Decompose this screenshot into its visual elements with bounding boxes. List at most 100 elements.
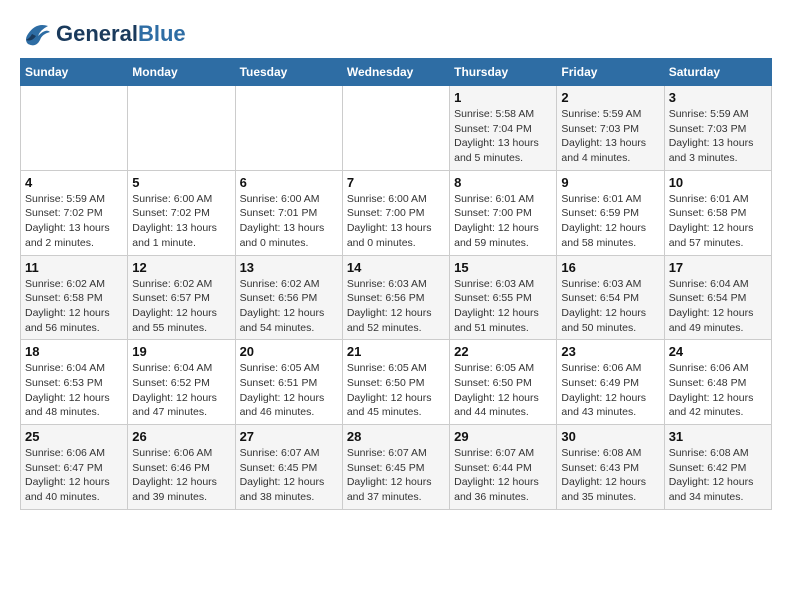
day-info: Sunrise: 6:00 AM Sunset: 7:01 PM Dayligh… (240, 192, 338, 251)
calendar-day-cell: 17 Sunrise: 6:04 AM Sunset: 6:54 PM Dayli… (664, 255, 771, 340)
day-number: 10 (669, 175, 767, 190)
calendar-day-cell: 10 Sunrise: 6:01 AM Sunset: 6:58 PM Dayli… (664, 170, 771, 255)
day-number: 18 (25, 344, 123, 359)
calendar-week-row: 1Sunrise: 5:58 AM Sunset: 7:04 PM Daylig… (21, 86, 772, 171)
weekday-header-cell: Tuesday (235, 59, 342, 86)
day-info: Sunrise: 6:04 AM Sunset: 6:54 PM Dayligh… (669, 277, 767, 336)
day-info: Sunrise: 6:00 AM Sunset: 7:02 PM Dayligh… (132, 192, 230, 251)
calendar-day-cell: 1Sunrise: 5:58 AM Sunset: 7:04 PM Daylig… (450, 86, 557, 171)
calendar-week-row: 25 Sunrise: 6:06 AM Sunset: 6:47 PM Dayli… (21, 425, 772, 510)
day-info: Sunrise: 6:03 AM Sunset: 6:55 PM Dayligh… (454, 277, 552, 336)
day-info: Sunrise: 6:05 AM Sunset: 6:50 PM Dayligh… (347, 361, 445, 420)
calendar-day-cell: 8 Sunrise: 6:01 AM Sunset: 7:00 PM Daylig… (450, 170, 557, 255)
calendar-day-cell: 24 Sunrise: 6:06 AM Sunset: 6:48 PM Dayli… (664, 340, 771, 425)
day-info: Sunrise: 6:04 AM Sunset: 6:53 PM Dayligh… (25, 361, 123, 420)
day-info: Sunrise: 6:01 AM Sunset: 6:59 PM Dayligh… (561, 192, 659, 251)
day-info: Sunrise: 6:00 AM Sunset: 7:00 PM Dayligh… (347, 192, 445, 251)
day-number: 19 (132, 344, 230, 359)
day-number: 5 (132, 175, 230, 190)
day-number: 20 (240, 344, 338, 359)
weekday-header-cell: Saturday (664, 59, 771, 86)
day-info: Sunrise: 6:07 AM Sunset: 6:44 PM Dayligh… (454, 446, 552, 505)
day-info: Sunrise: 6:08 AM Sunset: 6:42 PM Dayligh… (669, 446, 767, 505)
day-info: Sunrise: 5:59 AM Sunset: 7:03 PM Dayligh… (669, 107, 767, 166)
calendar-week-row: 4 Sunrise: 5:59 AM Sunset: 7:02 PM Daylig… (21, 170, 772, 255)
calendar-day-cell: 13Sunrise: 6:02 AM Sunset: 6:56 PM Dayli… (235, 255, 342, 340)
calendar-day-cell: 19 Sunrise: 6:04 AM Sunset: 6:52 PM Dayli… (128, 340, 235, 425)
weekday-header-cell: Friday (557, 59, 664, 86)
calendar-day-cell: 27Sunrise: 6:07 AM Sunset: 6:45 PM Dayli… (235, 425, 342, 510)
weekday-header-cell: Wednesday (342, 59, 449, 86)
calendar-day-cell (235, 86, 342, 171)
day-number: 8 (454, 175, 552, 190)
day-info: Sunrise: 6:02 AM Sunset: 6:57 PM Dayligh… (132, 277, 230, 336)
day-number: 9 (561, 175, 659, 190)
calendar-day-cell: 30 Sunrise: 6:08 AM Sunset: 6:43 PM Dayli… (557, 425, 664, 510)
calendar-day-cell: 18 Sunrise: 6:04 AM Sunset: 6:53 PM Dayli… (21, 340, 128, 425)
logo-text: GeneralBlue (56, 21, 186, 46)
day-number: 22 (454, 344, 552, 359)
day-info: Sunrise: 6:06 AM Sunset: 6:46 PM Dayligh… (132, 446, 230, 505)
day-number: 24 (669, 344, 767, 359)
day-number: 14 (347, 260, 445, 275)
calendar-day-cell: 4 Sunrise: 5:59 AM Sunset: 7:02 PM Daylig… (21, 170, 128, 255)
day-info: Sunrise: 6:04 AM Sunset: 6:52 PM Dayligh… (132, 361, 230, 420)
day-info: Sunrise: 6:05 AM Sunset: 6:50 PM Dayligh… (454, 361, 552, 420)
day-number: 11 (25, 260, 123, 275)
logo: GeneralBlue (20, 20, 186, 48)
day-info: Sunrise: 6:02 AM Sunset: 6:58 PM Dayligh… (25, 277, 123, 336)
calendar-day-cell: 7 Sunrise: 6:00 AM Sunset: 7:00 PM Daylig… (342, 170, 449, 255)
day-info: Sunrise: 5:59 AM Sunset: 7:03 PM Dayligh… (561, 107, 659, 166)
day-number: 3 (669, 90, 767, 105)
calendar-day-cell: 6 Sunrise: 6:00 AM Sunset: 7:01 PM Daylig… (235, 170, 342, 255)
day-number: 21 (347, 344, 445, 359)
calendar-day-cell: 9 Sunrise: 6:01 AM Sunset: 6:59 PM Daylig… (557, 170, 664, 255)
calendar-day-cell: 31 Sunrise: 6:08 AM Sunset: 6:42 PM Dayli… (664, 425, 771, 510)
day-number: 15 (454, 260, 552, 275)
weekday-header-row: SundayMondayTuesdayWednesdayThursdayFrid… (21, 59, 772, 86)
calendar-day-cell (128, 86, 235, 171)
calendar-day-cell: 3 Sunrise: 5:59 AM Sunset: 7:03 PM Daylig… (664, 86, 771, 171)
day-number: 26 (132, 429, 230, 444)
day-info: Sunrise: 6:08 AM Sunset: 6:43 PM Dayligh… (561, 446, 659, 505)
day-info: Sunrise: 6:02 AM Sunset: 6:56 PM Dayligh… (240, 277, 338, 336)
day-info: Sunrise: 6:01 AM Sunset: 6:58 PM Dayligh… (669, 192, 767, 251)
day-info: Sunrise: 6:06 AM Sunset: 6:49 PM Dayligh… (561, 361, 659, 420)
calendar-day-cell (21, 86, 128, 171)
day-info: Sunrise: 6:06 AM Sunset: 6:47 PM Dayligh… (25, 446, 123, 505)
day-info: Sunrise: 6:03 AM Sunset: 6:56 PM Dayligh… (347, 277, 445, 336)
day-number: 23 (561, 344, 659, 359)
calendar-day-cell: 5 Sunrise: 6:00 AM Sunset: 7:02 PM Daylig… (128, 170, 235, 255)
calendar-table: SundayMondayTuesdayWednesdayThursdayFrid… (20, 58, 772, 510)
day-number: 7 (347, 175, 445, 190)
day-number: 30 (561, 429, 659, 444)
day-number: 28 (347, 429, 445, 444)
calendar-day-cell: 16Sunrise: 6:03 AM Sunset: 6:54 PM Dayli… (557, 255, 664, 340)
day-number: 4 (25, 175, 123, 190)
day-number: 25 (25, 429, 123, 444)
calendar-body: 1Sunrise: 5:58 AM Sunset: 7:04 PM Daylig… (21, 86, 772, 510)
calendar-day-cell: 29Sunrise: 6:07 AM Sunset: 6:44 PM Dayli… (450, 425, 557, 510)
calendar-day-cell: 21 Sunrise: 6:05 AM Sunset: 6:50 PM Dayli… (342, 340, 449, 425)
weekday-header-cell: Sunday (21, 59, 128, 86)
calendar-day-cell: 12 Sunrise: 6:02 AM Sunset: 6:57 PM Dayli… (128, 255, 235, 340)
calendar-week-row: 11 Sunrise: 6:02 AM Sunset: 6:58 PM Dayli… (21, 255, 772, 340)
logo-bird-icon (20, 20, 52, 48)
day-info: Sunrise: 5:58 AM Sunset: 7:04 PM Dayligh… (454, 107, 552, 166)
weekday-header-cell: Monday (128, 59, 235, 86)
day-info: Sunrise: 5:59 AM Sunset: 7:02 PM Dayligh… (25, 192, 123, 251)
calendar-day-cell (342, 86, 449, 171)
day-info: Sunrise: 6:01 AM Sunset: 7:00 PM Dayligh… (454, 192, 552, 251)
weekday-header-cell: Thursday (450, 59, 557, 86)
day-info: Sunrise: 6:06 AM Sunset: 6:48 PM Dayligh… (669, 361, 767, 420)
day-number: 17 (669, 260, 767, 275)
day-number: 2 (561, 90, 659, 105)
day-number: 31 (669, 429, 767, 444)
day-number: 6 (240, 175, 338, 190)
calendar-day-cell: 15 Sunrise: 6:03 AM Sunset: 6:55 PM Dayli… (450, 255, 557, 340)
day-number: 12 (132, 260, 230, 275)
calendar-day-cell: 23 Sunrise: 6:06 AM Sunset: 6:49 PM Dayli… (557, 340, 664, 425)
calendar-day-cell: 28Sunrise: 6:07 AM Sunset: 6:45 PM Dayli… (342, 425, 449, 510)
day-info: Sunrise: 6:03 AM Sunset: 6:54 PM Dayligh… (561, 277, 659, 336)
calendar-day-cell: 22 Sunrise: 6:05 AM Sunset: 6:50 PM Dayli… (450, 340, 557, 425)
